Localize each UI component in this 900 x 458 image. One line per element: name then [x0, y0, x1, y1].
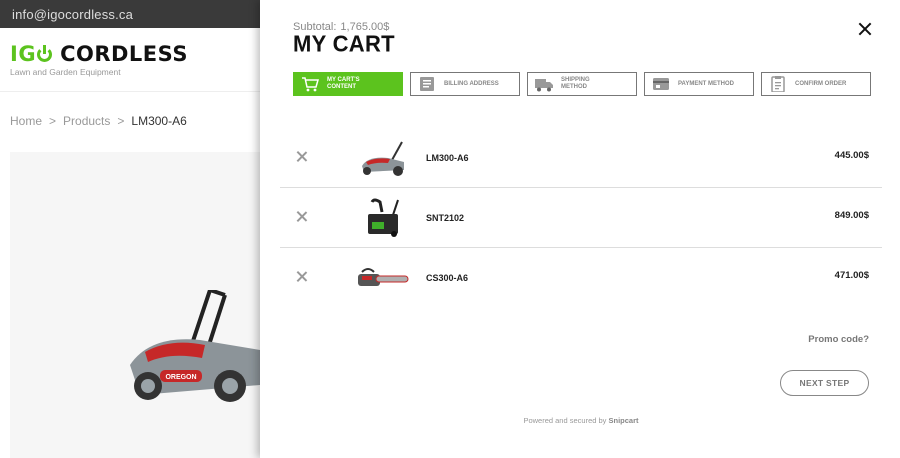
cart-item-row: SNT2102 849.00$ — [280, 188, 882, 248]
cart-panel: Subtotal: 1,765.00$ MY CART MY CART'S CON… — [260, 0, 900, 458]
cart-item-row: LM300-A6 445.00$ — [280, 128, 882, 188]
next-step-button[interactable]: NEXT STEP — [780, 370, 869, 396]
step-confirm-order[interactable]: CONFIRM ORDER — [761, 72, 871, 96]
breadcrumb-products[interactable]: Products — [63, 114, 110, 128]
remove-item-icon[interactable] — [296, 211, 308, 223]
breadcrumb-separator: > — [49, 114, 57, 128]
logo-wordmark: IG CORDLESS — [10, 42, 188, 66]
cart-icon — [302, 77, 319, 92]
item-name: SNT2102 — [426, 213, 465, 223]
logo-prefix: IG — [10, 42, 37, 66]
thumbnail-snow-blower — [368, 198, 399, 237]
item-name: LM300-A6 — [426, 153, 469, 163]
item-price: 471.00$ — [834, 270, 869, 281]
step-cart-content[interactable]: MY CART'S CONTENT — [293, 72, 403, 96]
checkout-steps: MY CART'S CONTENT BILLING ADDRESS SHIPPI… — [293, 72, 871, 96]
logo-name: CORDLESS — [60, 42, 188, 66]
close-icon[interactable] — [858, 22, 872, 36]
product-image-lawn-mower: OREGON — [130, 290, 260, 402]
site-logo[interactable]: IG CORDLESS Lawn and Garden Equipment — [10, 42, 188, 77]
step-label: CONFIRM ORDER — [795, 80, 847, 87]
header-divider — [0, 91, 260, 92]
powered-brand[interactable]: Snipcart — [609, 416, 639, 425]
breadcrumb-home[interactable]: Home — [10, 114, 42, 128]
contact-email[interactable]: info@igocordless.ca — [12, 7, 133, 22]
step-billing-address[interactable]: BILLING ADDRESS — [410, 72, 520, 96]
breadcrumb-separator: > — [117, 114, 125, 128]
breadcrumb-current: LM300-A6 — [131, 114, 187, 128]
powered-text: Powered and secured by — [523, 416, 607, 425]
logo-tagline: Lawn and Garden Equipment — [10, 67, 121, 77]
cart-item-row: CS300-A6 471.00$ — [280, 248, 882, 308]
powered-by: Powered and secured by Snipcart — [260, 416, 900, 425]
step-payment-method[interactable]: PAYMENT METHOD — [644, 72, 754, 96]
item-price: 445.00$ — [834, 150, 869, 161]
thumbnail-lawn-mower — [362, 141, 404, 176]
svg-text:OREGON: OREGON — [165, 374, 196, 381]
item-name: CS300-A6 — [426, 273, 469, 283]
step-shipping-method[interactable]: SHIPPING METHOD — [527, 72, 637, 96]
cart-title: MY CART — [293, 30, 395, 57]
item-price: 849.00$ — [834, 210, 869, 221]
remove-item-icon[interactable] — [296, 271, 308, 283]
clipboard-icon — [771, 76, 785, 92]
step-label: PAYMENT METHOD — [678, 80, 735, 87]
billing-icon — [420, 77, 434, 91]
credit-card-icon — [653, 78, 669, 90]
step-label: SHIPPING METHOD — [561, 77, 590, 90]
promo-code-link[interactable]: Promo code? — [808, 334, 869, 345]
power-icon — [37, 44, 53, 62]
truck-icon — [535, 79, 553, 92]
breadcrumb: Home > Products > LM300-A6 — [10, 114, 187, 128]
step-label: MY CART'S CONTENT — [327, 77, 360, 90]
step-label: BILLING ADDRESS — [444, 80, 499, 87]
cart-items-list: LM300-A6 445.00$ SNT2102 849.00$ CS300-A… — [280, 128, 882, 308]
thumbnail-chainsaw — [358, 268, 409, 286]
remove-item-icon[interactable] — [296, 151, 308, 163]
